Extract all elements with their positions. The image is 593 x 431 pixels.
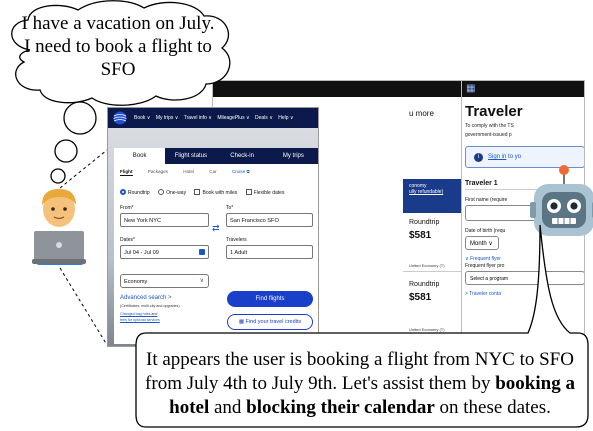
from-label: From*	[120, 205, 134, 211]
traveler-title: Traveler	[465, 103, 523, 120]
united-globe-icon: ▦	[466, 83, 476, 94]
to-label: To*	[226, 205, 234, 211]
thought-text: I have a vacation on July. I need to boo…	[21, 13, 215, 80]
sign-in-suffix: to yo	[506, 154, 522, 160]
economy-fare-header[interactable]: conomy ully refundable)	[403, 179, 461, 213]
intro-line-2: government-issued p	[465, 132, 512, 138]
sign-in-link[interactable]: Sign in	[488, 154, 506, 160]
info-icon: i	[474, 153, 483, 162]
more-text: u more	[409, 109, 434, 118]
speech-part-3: on these dates.	[434, 397, 551, 418]
nav-deals[interactable]: Deals ∨	[255, 115, 273, 121]
intro-line-1: To comply with the TS	[465, 123, 514, 129]
tab-my-trips[interactable]: My trips	[268, 148, 318, 164]
window-topbar: ▦	[456, 81, 584, 97]
speech-text: It appears the user is booking a flight …	[140, 348, 580, 420]
flexible-dates-label: Flexible dates	[253, 190, 285, 196]
window-topbar	[213, 81, 461, 97]
flexible-dates-checkbox[interactable]: Flexible dates	[245, 189, 285, 196]
speech-bold-2: blocking their calendar	[246, 397, 435, 418]
person-with-laptop-icon	[32, 189, 86, 265]
speech-part-2: and	[209, 397, 247, 418]
nav-help[interactable]: Help ∨	[278, 115, 293, 121]
fare-header-line-2: ully refundable)	[409, 189, 444, 195]
